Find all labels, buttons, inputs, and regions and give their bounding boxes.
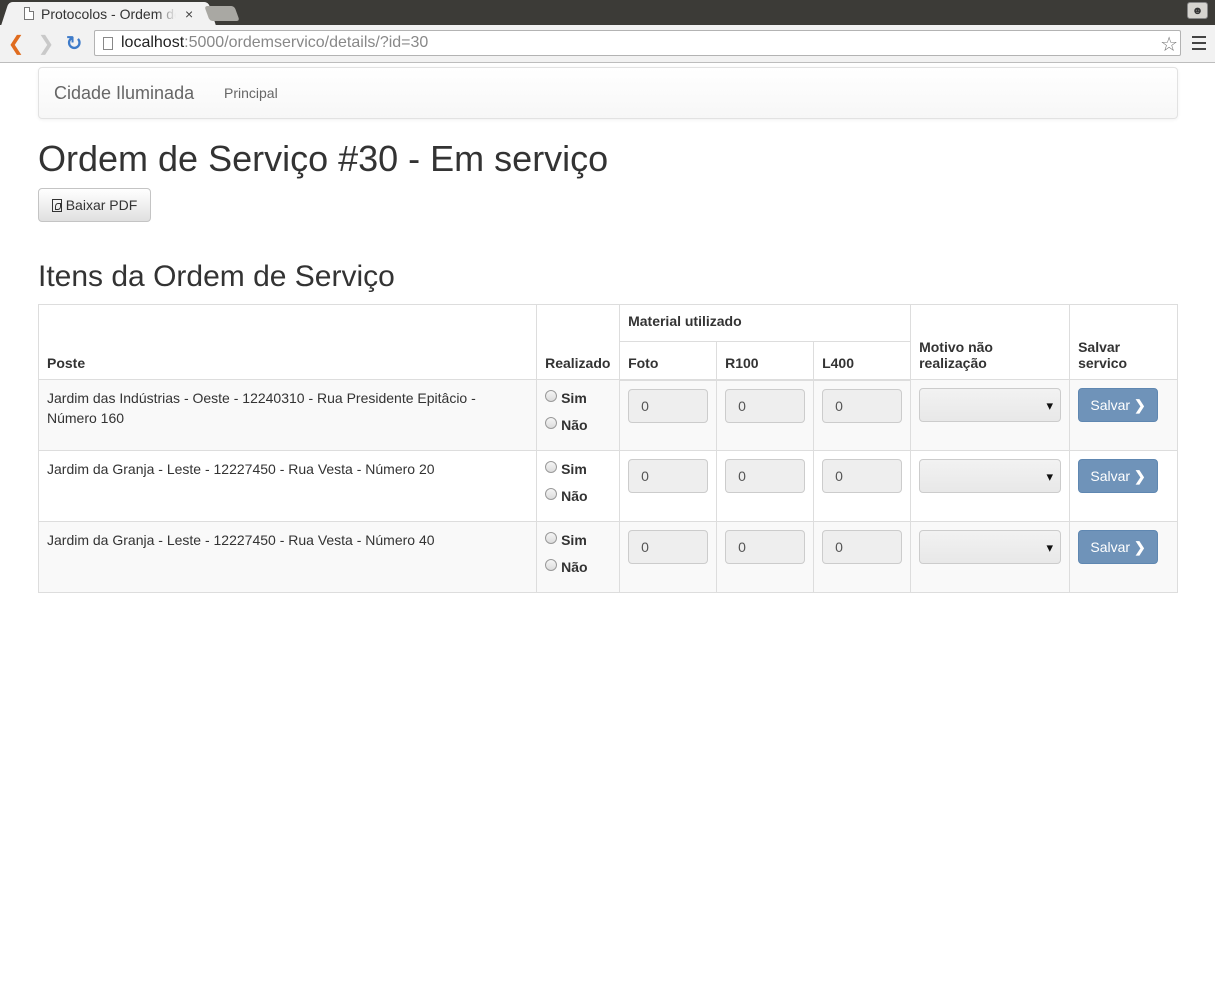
browser-tabstrip: Protocolos - Ordem de Serviço × ☻ (0, 0, 1215, 25)
radio-button[interactable] (545, 417, 558, 429)
menu-icon[interactable] (1192, 36, 1206, 50)
motivo-select[interactable] (919, 388, 1062, 422)
radio-button[interactable] (545, 532, 558, 544)
radio-label-nao: Não (561, 488, 588, 504)
poste-cell: Jardim da Granja - Leste - 12227450 - Ru… (37, 521, 538, 593)
browser-toolbar: ❮ ❯ ↻ localhost:5000/ordemservico/detail… (0, 25, 1215, 63)
motivo-select[interactable] (919, 459, 1062, 493)
radio-label-sim: Sim (561, 390, 587, 406)
l400-input[interactable] (822, 388, 903, 423)
save-button[interactable]: Salvar ❯ (1078, 530, 1159, 564)
save-label: Salvar (1090, 468, 1131, 484)
forward-arrow-icon[interactable]: ❯ (35, 32, 57, 55)
poste-cell: Jardim das Indústrias - Oeste - 12240310… (37, 379, 538, 451)
column-header-l400: L400 (813, 341, 912, 381)
column-header-realizado: Realizado (536, 304, 621, 380)
tab-close-icon[interactable]: × (185, 6, 193, 22)
radio-button[interactable] (545, 461, 558, 473)
page-icon (24, 7, 34, 20)
url-host: localhost (121, 34, 185, 51)
new-tab-button[interactable] (204, 6, 240, 21)
column-header-material: Material utilizado (619, 304, 912, 342)
address-bar[interactable]: localhost:5000/ordemservico/details/?id=… (94, 30, 1181, 56)
radio-sim[interactable]: Sim (545, 388, 611, 408)
foto-input[interactable] (628, 459, 709, 493)
back-arrow-icon[interactable]: ❮ (5, 32, 27, 55)
l400-input[interactable] (822, 459, 903, 493)
page-icon (103, 36, 113, 50)
chevron-right-icon: ❯ (1134, 396, 1146, 413)
radio-nao[interactable]: Não (545, 415, 611, 435)
radio-label-nao: Não (561, 417, 588, 433)
column-header-r100: R100 (716, 341, 815, 381)
realizado-cell: Sim Não (536, 521, 621, 593)
radio-label-sim: Sim (561, 461, 587, 477)
download-pdf-label: Baixar PDF (65, 197, 138, 213)
nav-link-principal[interactable]: Principal (224, 85, 278, 101)
site-navbar: Cidade Iluminada Principal (38, 67, 1178, 119)
section-title: Itens da Ordem de Serviço (38, 260, 395, 293)
radio-nao[interactable]: Não (545, 486, 611, 506)
r100-input[interactable] (725, 388, 806, 423)
l400-input[interactable] (822, 530, 903, 564)
table-row: Jardim da Granja - Leste - 12227450 - Ru… (37, 521, 1178, 593)
pdf-file-icon (51, 198, 62, 212)
page-title: Ordem de Serviço #30 - Em serviço (38, 138, 609, 179)
table-row: Jardim das Indústrias - Oeste - 12240310… (37, 379, 1178, 451)
navbar-brand[interactable]: Cidade Iluminada (54, 83, 194, 104)
radio-sim[interactable]: Sim (545, 530, 611, 550)
radio-button[interactable] (545, 488, 558, 500)
radio-label-nao: Não (561, 559, 588, 575)
poste-cell: Jardim da Granja - Leste - 12227450 - Ru… (37, 450, 538, 522)
radio-button[interactable] (545, 559, 558, 571)
column-header-salvar: Salvar servico (1069, 304, 1178, 380)
url-path: :5000/ordemservico/details/?id=30 (184, 34, 429, 51)
active-tab[interactable]: Protocolos - Ordem de Serviço × (12, 2, 205, 25)
column-header-foto: Foto (619, 341, 718, 381)
foto-input[interactable] (628, 388, 709, 423)
column-header-poste: Poste (37, 304, 538, 380)
r100-input[interactable] (725, 459, 806, 493)
radio-sim[interactable]: Sim (545, 459, 611, 479)
tab-title: Protocolos - Ordem de Serviço (41, 5, 176, 22)
download-pdf-button[interactable]: Baixar PDF (38, 188, 151, 222)
save-label: Salvar (1090, 539, 1131, 555)
radio-nao[interactable]: Não (545, 557, 611, 577)
chevron-right-icon: ❯ (1134, 467, 1146, 484)
chevron-right-icon: ❯ (1134, 538, 1146, 555)
bookmark-star-icon[interactable]: ☆ (1160, 32, 1178, 57)
table-row: Jardim da Granja - Leste - 12227450 - Ru… (37, 450, 1178, 522)
radio-label-sim: Sim (561, 532, 587, 548)
reload-icon[interactable]: ↻ (63, 32, 85, 55)
r100-input[interactable] (725, 530, 806, 564)
realizado-cell: Sim Não (536, 450, 621, 522)
radio-button[interactable] (545, 390, 558, 402)
save-button[interactable]: Salvar ❯ (1078, 459, 1159, 493)
foto-input[interactable] (628, 530, 709, 564)
save-button[interactable]: Salvar ❯ (1078, 388, 1159, 422)
items-table: Poste Realizado Material utilizado Motiv… (37, 304, 1178, 593)
profile-icon[interactable]: ☻ (1187, 2, 1208, 19)
realizado-cell: Sim Não (536, 379, 621, 451)
save-label: Salvar (1090, 397, 1131, 413)
motivo-select[interactable] (919, 530, 1062, 564)
column-header-motivo: Motivo não realização (910, 304, 1071, 380)
